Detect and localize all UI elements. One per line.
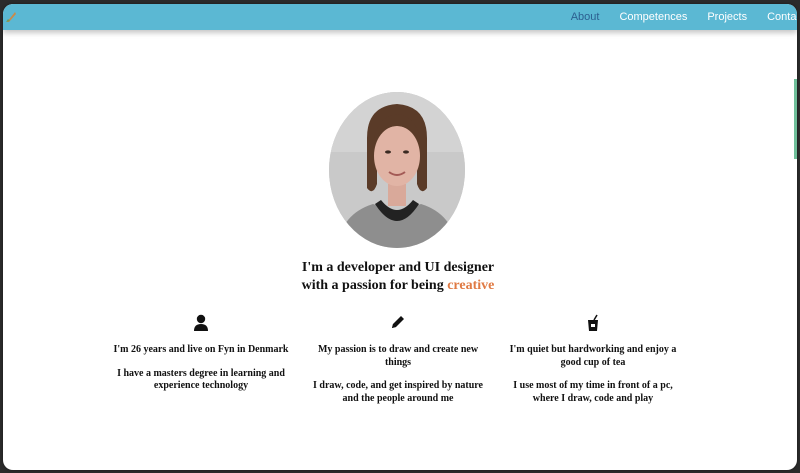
main-nav: About Competences Projects Contact (551, 4, 797, 30)
nav-competences[interactable]: Competences (619, 11, 687, 23)
scrollbar-thumb[interactable] (794, 79, 797, 159)
about-column-personal: I'm 26 years and live on Fyn in Denmark … (111, 314, 291, 393)
creative-highlight: creative (447, 278, 495, 293)
about-text-personal-2: I have a masters degree in learning and … (117, 367, 285, 392)
about-column-passion: My passion is to draw and create new thi… (308, 314, 488, 405)
about-text-passion-2: I draw, code, and get inspired by nature… (313, 380, 483, 404)
nav-about[interactable]: About (571, 11, 600, 23)
profile-photo (329, 92, 465, 248)
top-navbar: About Competences Projects Contact (3, 4, 797, 30)
portfolio-page: About Competences Projects Contact I'm a… (3, 4, 797, 470)
pencil-icon (392, 316, 404, 328)
logo-icon[interactable] (5, 11, 17, 23)
person-icon (194, 314, 208, 331)
about-text-passion-1: My passion is to draw and create new thi… (317, 344, 479, 368)
about-text-personal-1: I'm 26 years and live on Fyn in Denmark (113, 344, 289, 355)
tea-cup-icon (588, 314, 598, 331)
nav-contact[interactable]: Contact (767, 11, 797, 23)
intro-line-1: I'm a developer and UI designer (301, 260, 495, 275)
intro-line-2-text: with a passion for being (301, 278, 444, 293)
about-text-personality-1: I'm quiet but hardworking and enjoy a go… (509, 344, 677, 368)
intro-line-2: with a passion for being creative (253, 277, 543, 295)
nav-projects[interactable]: Projects (707, 11, 747, 23)
about-text-personality-2: I use most of my time in front of a pc, … (513, 380, 673, 404)
about-column-personality: I'm quiet but hardworking and enjoy a go… (503, 314, 683, 405)
intro-heading: I'm a developer and UI designer with a p… (253, 259, 543, 295)
